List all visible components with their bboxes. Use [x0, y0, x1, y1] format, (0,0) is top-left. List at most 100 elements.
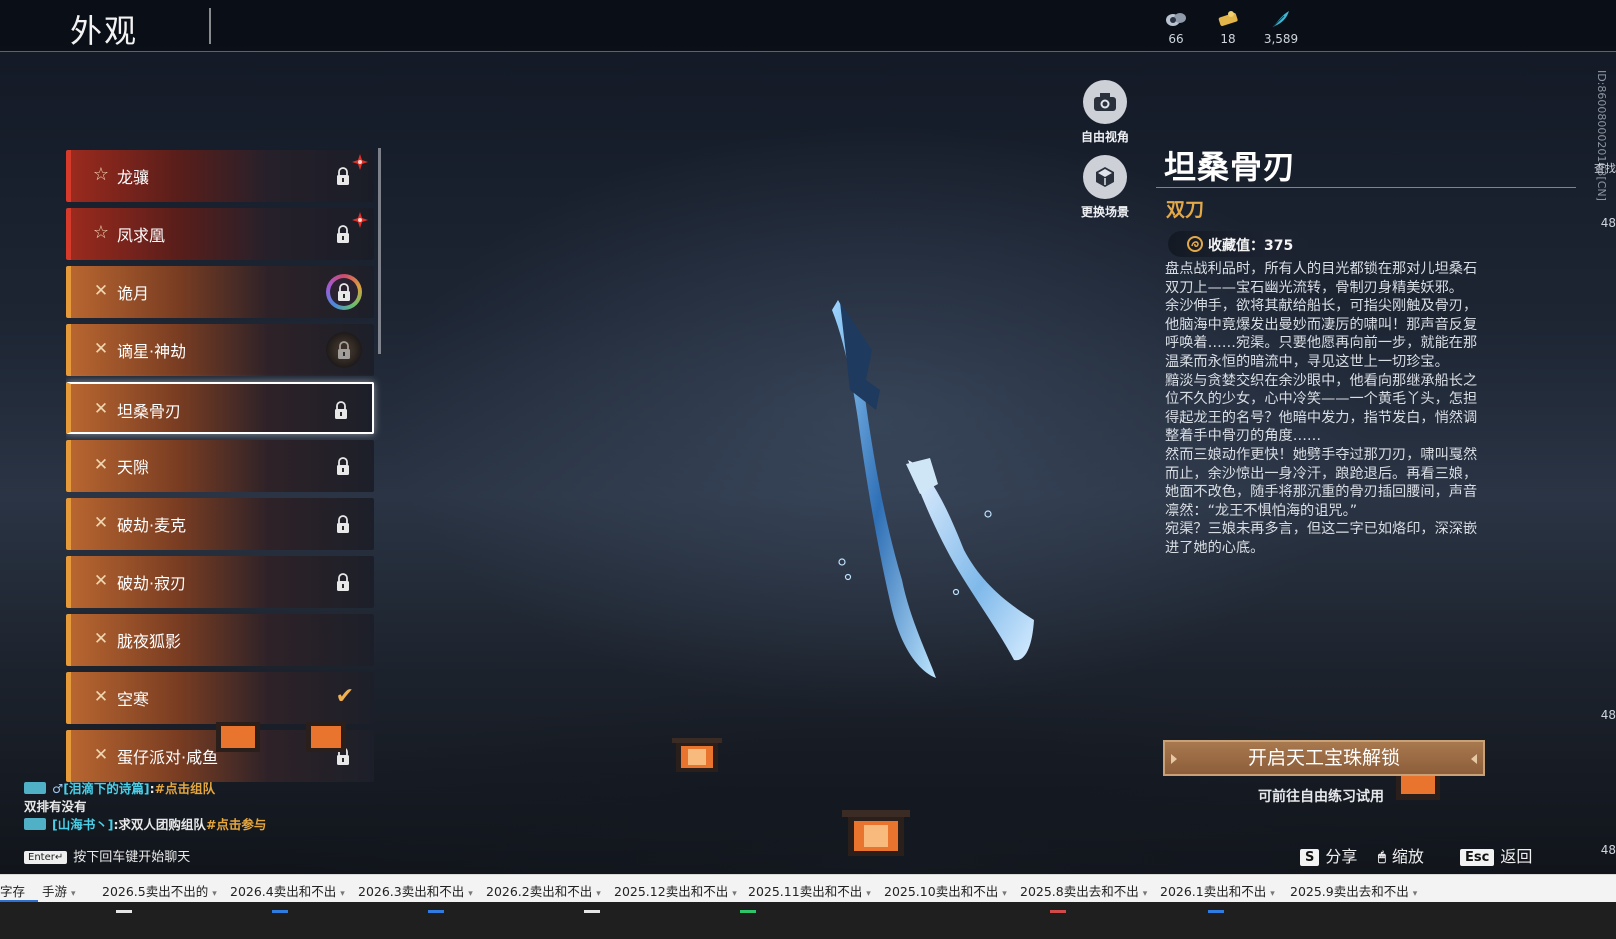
shuriken-icon: ✕: [93, 571, 109, 591]
list-item[interactable]: ☆ 凤求凰: [66, 208, 374, 260]
bookmark-folder[interactable]: 字存: [0, 881, 25, 900]
bookmark-folder[interactable]: 2025.9卖出去和不出 ▾: [1290, 881, 1417, 900]
chevron-down-icon: ▾: [596, 889, 601, 899]
cube-icon: [1096, 167, 1114, 187]
taskbar-app-icon[interactable]: [740, 910, 756, 913]
list-item[interactable]: ✕ 破劫·麦克: [66, 498, 374, 550]
new-badge-icon: [352, 212, 368, 228]
currency-value: 66: [1168, 32, 1184, 46]
chat-line: 双排有没有: [24, 798, 444, 816]
edge-number: 48: [1600, 843, 1616, 857]
chat-text: 双排有没有: [24, 799, 87, 814]
back-label: 返回: [1500, 847, 1533, 866]
taskbar-app-icon[interactable]: [584, 910, 600, 913]
chevron-down-icon: ▾: [71, 889, 76, 899]
list-item-label: 坦桑骨刃: [117, 402, 182, 421]
check-icon: ✔: [335, 684, 354, 709]
free-view-button[interactable]: 自由视角: [1070, 80, 1140, 145]
list-item[interactable]: ✕ 天隙: [66, 440, 374, 492]
taskbar-app-icon[interactable]: [1050, 910, 1066, 913]
chevron-down-icon: ▾: [1412, 889, 1418, 899]
list-item[interactable]: ☆ 龙骧: [66, 150, 374, 202]
weapon-preview[interactable]: [780, 280, 1080, 700]
game-viewport: 外观 66 18 3,589 ID:8600800020163[CN] 48 4…: [0, 0, 1616, 902]
chat-gender-icon: ♂: [52, 781, 64, 796]
bookmark-folder[interactable]: 2026.2卖出和不出 ▾: [486, 881, 601, 900]
bookmark-label: 2026.1卖出和不出: [1160, 884, 1267, 899]
lock-icon: [334, 572, 352, 592]
bookmark-label: 2026.2卖出和不出: [486, 884, 593, 899]
bookmark-label: 2026.4卖出和不出: [230, 884, 337, 899]
lantern: [672, 738, 722, 772]
taskbar-app-icon[interactable]: [116, 910, 132, 913]
description-paragraph: 宛渠？三娘未再多言，但这二字已如烙印，深深嵌进了她的心底。: [1165, 521, 1478, 556]
share-hint[interactable]: S 分享: [1300, 843, 1357, 867]
bookmark-folder[interactable]: 2025.11卖出和不出 ▾: [748, 881, 871, 900]
currency-value: 3,589: [1263, 32, 1299, 46]
bookmark-folder[interactable]: 2025.8卖出去和不出 ▾: [1020, 881, 1147, 900]
taskbar-app-icon[interactable]: [1208, 910, 1224, 913]
enter-key-icon: Enter↵: [24, 851, 68, 864]
list-item[interactable]: ✕ 胧夜狐影: [66, 614, 374, 666]
taskbar-app-icon[interactable]: [272, 910, 288, 913]
arrow-left-icon: [1171, 754, 1177, 764]
bookmark-folder[interactable]: 2026.5卖出不出的 ▾: [102, 881, 217, 900]
chat-link[interactable]: #点击参与: [206, 817, 266, 832]
bookmark-folder[interactable]: 2025.10卖出和不出 ▾: [884, 881, 1007, 900]
chat-enter-hint[interactable]: Enter↵ 按下回车键开始聊天: [24, 846, 190, 865]
ticket-icon: [1218, 11, 1238, 27]
bubble: [984, 510, 992, 518]
chevron-down-icon: ▾: [468, 889, 473, 899]
zoom-label: 缩放: [1391, 847, 1424, 866]
currency-ticket: 18: [1198, 8, 1258, 46]
zoom-hint[interactable]: 🖱 缩放: [1378, 843, 1424, 867]
back-hint[interactable]: Esc 返回: [1460, 843, 1532, 867]
trial-hint: 可前往自由练习试用: [1258, 789, 1384, 805]
bookmark-label: 2025.8卖出去和不出: [1020, 884, 1139, 899]
chat-sender[interactable]: [山海书丶]: [52, 817, 113, 832]
star-icon: ☆: [92, 222, 110, 243]
list-scrollbar[interactable]: [378, 148, 381, 354]
change-scene-button[interactable]: 更换场景: [1070, 155, 1140, 220]
bookmark-folder[interactable]: 2025.12卖出和不出 ▾: [614, 881, 737, 900]
bookmark-folder[interactable]: 2026.3卖出和不出 ▾: [358, 881, 473, 900]
description-paragraph: 然而三娘动作更快！她劈手夺过那刀刃，啸叫戛然而止，余沙惊出一身冷汗，踉跄退后。再…: [1165, 446, 1478, 519]
taskbar-app-icon[interactable]: [428, 910, 444, 913]
free-view-label: 自由视角: [1080, 130, 1129, 144]
edge-number: 48: [1600, 708, 1616, 722]
os-taskbar: [0, 902, 1616, 939]
change-scene-label: 更换场景: [1080, 205, 1129, 219]
dagger-hilt-left: [840, 302, 880, 410]
chat-sender[interactable]: [泪滴下的诗篇]: [63, 781, 149, 796]
chat-text: :求双人团购组队: [113, 817, 206, 832]
locked-ring-icon: [326, 274, 362, 310]
bookmark-folder[interactable]: 手游 ▾: [42, 881, 76, 900]
list-item-label: 破劫·麦克: [117, 516, 187, 535]
shuriken-icon: ✕: [93, 455, 109, 475]
lock-icon: [332, 400, 350, 420]
collection-label: 收藏值：375: [1208, 238, 1294, 254]
list-item[interactable]: ✕ 坦桑骨刃: [66, 382, 374, 434]
list-item[interactable]: ✕ 破劫·寂刃: [66, 556, 374, 608]
bookmark-label: 2025.11卖出和不出: [748, 884, 863, 899]
chevron-down-icon: ▾: [732, 889, 737, 899]
bookmark-folder[interactable]: 2026.4卖出和不出 ▾: [230, 881, 345, 900]
chat-channel-tag: [24, 782, 46, 794]
bookmark-folder[interactable]: 2026.1卖出和不出 ▾: [1160, 881, 1275, 900]
key-esc-icon: Esc: [1460, 849, 1495, 866]
shuriken-icon: ✕: [93, 281, 109, 301]
chat-link[interactable]: #点击组队: [155, 781, 215, 796]
list-item[interactable]: ✕ 诡月: [66, 266, 374, 318]
chevron-down-icon: ▾: [1142, 889, 1148, 899]
bubble: [838, 558, 846, 566]
bookmark-label: 2025.10卖出和不出: [884, 884, 999, 899]
description-paragraph: 余沙伸手，欲将其献给船长，可指尖刚触及骨刃，他脑海中竟爆发出曼妙而凄厉的啸叫！那…: [1165, 298, 1478, 370]
bookmarks-bar: 字存 手游 ▾ 2026.5卖出不出的 ▾ 2026.4卖出和不出 ▾ 2026.3卖出和不出…: [0, 874, 1616, 902]
unlock-button[interactable]: 开启天工宝珠解锁: [1163, 740, 1485, 776]
currency-crystal: 66: [1146, 8, 1206, 46]
list-item-label: 天隙: [117, 458, 150, 477]
chat-box: ♂[泪滴下的诗篇]:#点击组队 双排有没有 [山海书丶]:求双人团购组队#点击参…: [24, 780, 444, 834]
list-item[interactable]: ✕ 谪星·神劫: [66, 324, 374, 376]
appearance-list[interactable]: ☆ 龙骧 ☆ 凤求凰 ✕ 诡月 ✕ 谪星·神劫 ✕ 坦桑骨刃 ✕ 天隙 ✕ 破劫·麦克 ✕ 破劫·寂刃 ✕ 胧夜狐…: [66, 150, 384, 795]
list-item-label: 蛋仔派对·咸鱼: [117, 748, 219, 767]
